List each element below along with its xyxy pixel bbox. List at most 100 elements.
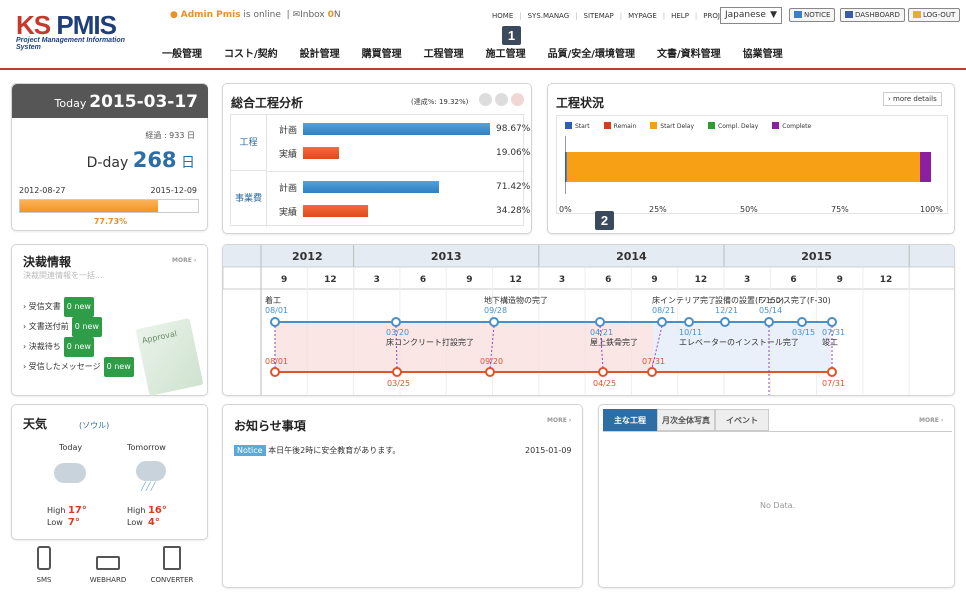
notice-icon bbox=[794, 11, 802, 18]
bar-value: 71.42% bbox=[496, 182, 531, 192]
today-date: 2015-03-17 bbox=[89, 92, 198, 112]
today-header: Today 2015-03-17 bbox=[12, 84, 208, 118]
analysis-table: 工程 事業費 計画 実績 計画 実績 98.67% 19.06% 71.42% … bbox=[230, 114, 530, 227]
month-label: 12 bbox=[324, 275, 337, 285]
tick-label: 100% bbox=[920, 205, 943, 214]
approval-item[interactable]: › 受信文書 0 new bbox=[23, 297, 134, 317]
circle-icon-3[interactable] bbox=[511, 93, 524, 106]
approval-item[interactable]: › 決裁待ち 0 new bbox=[23, 337, 134, 357]
notice-more-link[interactable]: MORE › bbox=[547, 417, 571, 424]
row-label: 実績 bbox=[279, 208, 298, 218]
milestone-date: 03/20 bbox=[386, 328, 409, 337]
milestone-date: 08/01 bbox=[265, 306, 288, 315]
dday: D-day 268 日 bbox=[86, 148, 195, 172]
logout-button[interactable]: LOG-OUT bbox=[908, 8, 961, 22]
bar-value: 98.67% bbox=[496, 124, 531, 134]
status-chart: Start Remain Start Delay Compl. Delay Co… bbox=[556, 115, 948, 214]
works-more-link[interactable]: MORE › bbox=[919, 417, 943, 424]
milestone-label: 床インテリア完了 bbox=[652, 295, 716, 305]
logo[interactable]: KS PMIS Project Management Information S… bbox=[16, 10, 146, 54]
status-legend: Start Remain Start Delay Compl. Delay Co… bbox=[565, 122, 811, 130]
status-bar-start-delay bbox=[566, 152, 921, 182]
hard-drive-icon bbox=[96, 556, 120, 570]
progress-text: 77.73% bbox=[93, 217, 128, 226]
milestone-date: 07/31 bbox=[822, 328, 845, 337]
circle-icon-1[interactable] bbox=[479, 93, 492, 106]
status-bars bbox=[565, 152, 931, 182]
plan-milestone bbox=[657, 317, 667, 327]
row-label: 計画 bbox=[279, 184, 298, 194]
language-select[interactable]: Japanese ▼ bbox=[720, 7, 782, 24]
approval-item[interactable]: › 受信したメッセージ 0 new bbox=[23, 357, 134, 377]
toplink-help[interactable]: HELP bbox=[671, 12, 689, 20]
plan-milestone bbox=[764, 317, 774, 327]
nav-design[interactable]: 設計管理 bbox=[300, 45, 340, 60]
actual-milestone bbox=[827, 367, 837, 377]
toplink-sysmanag[interactable]: SYS.MANAG bbox=[528, 12, 570, 20]
webhard-tool[interactable]: WEBHARD bbox=[84, 546, 132, 584]
nav-schedule[interactable]: 工程管理 bbox=[424, 45, 464, 60]
notice-title: お知らせ事項 bbox=[234, 419, 306, 433]
tick-label: 75% bbox=[831, 205, 849, 214]
nav-construction[interactable]: 施工管理 bbox=[486, 45, 526, 60]
nav-quality[interactable]: 品質/安全/環境管理 bbox=[548, 45, 635, 60]
month-label: 12 bbox=[880, 275, 893, 285]
notice-row[interactable]: Notice 本日午後2時に安全教育があります。 bbox=[234, 445, 400, 456]
plan-milestone bbox=[595, 317, 605, 327]
tomorrow-label: Tomorrow bbox=[127, 443, 166, 452]
phone-icon bbox=[37, 546, 51, 570]
milestone-label: 着工 bbox=[265, 295, 281, 305]
more-details-button[interactable]: › more details bbox=[883, 92, 942, 106]
tab-monthly-photos[interactable]: 月次全体写真 bbox=[657, 409, 715, 431]
month-label: 12 bbox=[509, 275, 522, 285]
tab-main-works[interactable]: 主な工程 bbox=[603, 409, 657, 431]
month-label: 12 bbox=[695, 275, 708, 285]
status-bar-complete bbox=[920, 152, 931, 182]
progress-fill bbox=[20, 200, 159, 212]
notice-tag: Notice bbox=[234, 445, 266, 456]
plan-milestone bbox=[391, 317, 401, 327]
toplink-mypage[interactable]: MYPAGE bbox=[628, 12, 657, 20]
marker-2: 2 bbox=[595, 211, 614, 230]
milestone-label: 床コンクリート打設完了 bbox=[386, 337, 474, 347]
milestone-date: 08/21 bbox=[652, 306, 675, 315]
milestone-label: フェンス完了(F-30) bbox=[759, 295, 831, 305]
bar-value: 19.06% bbox=[496, 148, 531, 158]
notice-button[interactable]: NOTICE bbox=[789, 8, 836, 22]
nav-documents[interactable]: 文書/資料管理 bbox=[657, 45, 721, 60]
nav-collab[interactable]: 協業管理 bbox=[743, 45, 783, 60]
legend-start-delay: Start Delay bbox=[650, 122, 694, 130]
converter-tool[interactable]: CONVERTER bbox=[146, 546, 198, 584]
nav-cost[interactable]: コスト/契約 bbox=[224, 45, 278, 60]
dashboard-button[interactable]: DASHBOARD bbox=[840, 8, 905, 22]
tab-events[interactable]: イベント bbox=[715, 409, 769, 431]
inbox-link[interactable]: ✉Inbox 0N bbox=[293, 10, 341, 20]
nav-general[interactable]: 一般管理 bbox=[162, 45, 202, 60]
tick-label: 0% bbox=[559, 205, 572, 214]
new-badge: 0 new bbox=[71, 317, 102, 337]
legend-complete: Complete bbox=[772, 122, 811, 130]
actual-date: 07/31 bbox=[822, 379, 845, 388]
toplink-home[interactable]: HOME bbox=[492, 12, 513, 20]
actual-milestone bbox=[270, 367, 280, 377]
plan-milestone bbox=[720, 317, 730, 327]
approval-more-link[interactable]: MORE › bbox=[172, 257, 196, 264]
actual-date: 04/25 bbox=[593, 379, 616, 388]
today-panel: Today 2015-03-17 経過 : 933 日 D-day 268 日 … bbox=[11, 83, 208, 231]
milestone-date: 12/21 bbox=[715, 306, 738, 315]
plan-milestone bbox=[827, 317, 837, 327]
milestone-date: 09/28 bbox=[484, 306, 507, 315]
sms-tool[interactable]: SMS bbox=[20, 546, 68, 584]
circle-icon-2[interactable] bbox=[495, 93, 508, 106]
nav-purchase[interactable]: 購買管理 bbox=[362, 45, 402, 60]
calculator-icon bbox=[163, 546, 181, 570]
milestone-label: 竣工 bbox=[822, 337, 838, 347]
approval-panel: 決裁情報 MORE › 決裁関連情報を一括... Approval › 受信文書… bbox=[11, 244, 208, 396]
year-label: 2012 bbox=[292, 250, 323, 263]
toplink-sitemap[interactable]: SITEMAP bbox=[584, 12, 614, 20]
row-label: 実績 bbox=[279, 150, 298, 160]
approval-item[interactable]: › 文書送付前 0 new bbox=[23, 317, 134, 337]
admin-name: Admin Pmis bbox=[180, 10, 241, 20]
timeline-panel: 2012 2013 2014 2015 9 12 3 6 9 12 3 6 9 12 3 6 9 12 着工 08/0… bbox=[222, 244, 955, 396]
actual-milestone bbox=[485, 367, 495, 377]
